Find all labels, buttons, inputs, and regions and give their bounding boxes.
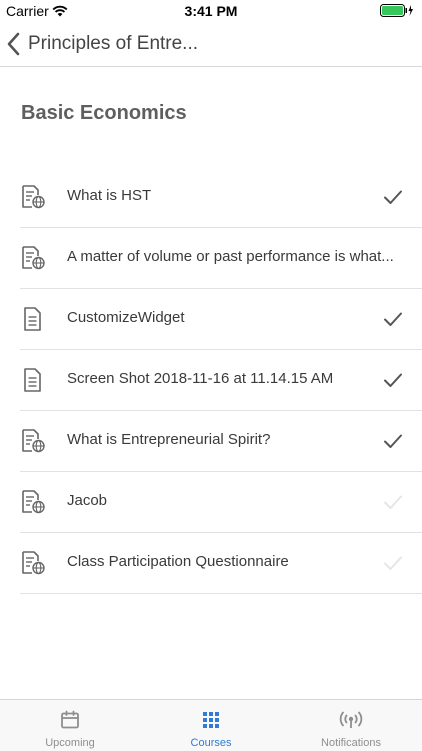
document-icon: [20, 306, 46, 332]
web-document-icon: [20, 245, 46, 271]
tab-upcoming[interactable]: Upcoming: [0, 700, 140, 751]
item-title: Screen Shot 2018-11-16 at 11.14.15 AM: [67, 370, 334, 387]
calendar-icon: [59, 709, 81, 736]
broadcast-icon: [338, 709, 364, 736]
item-title: CustomizeWidget: [67, 309, 185, 326]
item-title: What is Entrepreneurial Spirit?: [67, 431, 271, 448]
web-document-icon: [20, 550, 46, 576]
item-title: Class Participation Questionnaire: [67, 553, 289, 570]
web-document-icon: [20, 428, 46, 454]
checkmark-icon: [383, 309, 403, 329]
grid-icon: [200, 709, 222, 736]
checkmark-icon: [383, 370, 403, 390]
tab-label: Courses: [190, 737, 232, 749]
lesson-list: What is HST A matter of volume or past p…: [20, 167, 422, 594]
status-bar: Carrier 3:41 PM: [0, 0, 422, 22]
tab-courses[interactable]: Courses: [141, 700, 281, 751]
item-title: A matter of volume or past performance i…: [67, 248, 394, 265]
list-item[interactable]: What is HST: [20, 167, 422, 228]
list-item[interactable]: Screen Shot 2018-11-16 at 11.14.15 AM: [20, 350, 422, 411]
list-item[interactable]: Class Participation Questionnaire: [20, 533, 422, 594]
item-title: Jacob: [67, 492, 108, 509]
list-item[interactable]: Jacob: [20, 472, 422, 533]
list-item[interactable]: What is Entrepreneurial Spirit?: [20, 411, 422, 472]
page-title: Principles of Entre...: [28, 33, 199, 54]
list-item[interactable]: CustomizeWidget: [20, 289, 422, 350]
list-item[interactable]: A matter of volume or past performance i…: [20, 228, 422, 289]
chevron-left-icon: [6, 32, 20, 56]
web-document-icon: [20, 489, 46, 515]
item-title: What is HST: [67, 187, 152, 204]
checkmark-icon: [383, 187, 403, 207]
checkmark-icon: [383, 553, 403, 573]
battery-icon: [380, 4, 414, 22]
tab-label: Notifications: [321, 737, 381, 749]
tab-notifications[interactable]: Notifications: [281, 700, 421, 751]
back-button[interactable]: Principles of Entre...: [6, 28, 198, 60]
navigation-bar: Principles of Entre...: [0, 22, 422, 67]
tab-label: Upcoming: [45, 737, 95, 749]
checkmark-icon: [383, 431, 403, 451]
section-title: Basic Economics: [21, 102, 187, 124]
web-document-icon: [20, 184, 46, 210]
tab-bar: Upcoming Courses Notifications: [0, 699, 422, 751]
document-icon: [20, 367, 46, 393]
clock: 3:41 PM: [184, 3, 238, 19]
checkmark-icon: [383, 492, 403, 512]
